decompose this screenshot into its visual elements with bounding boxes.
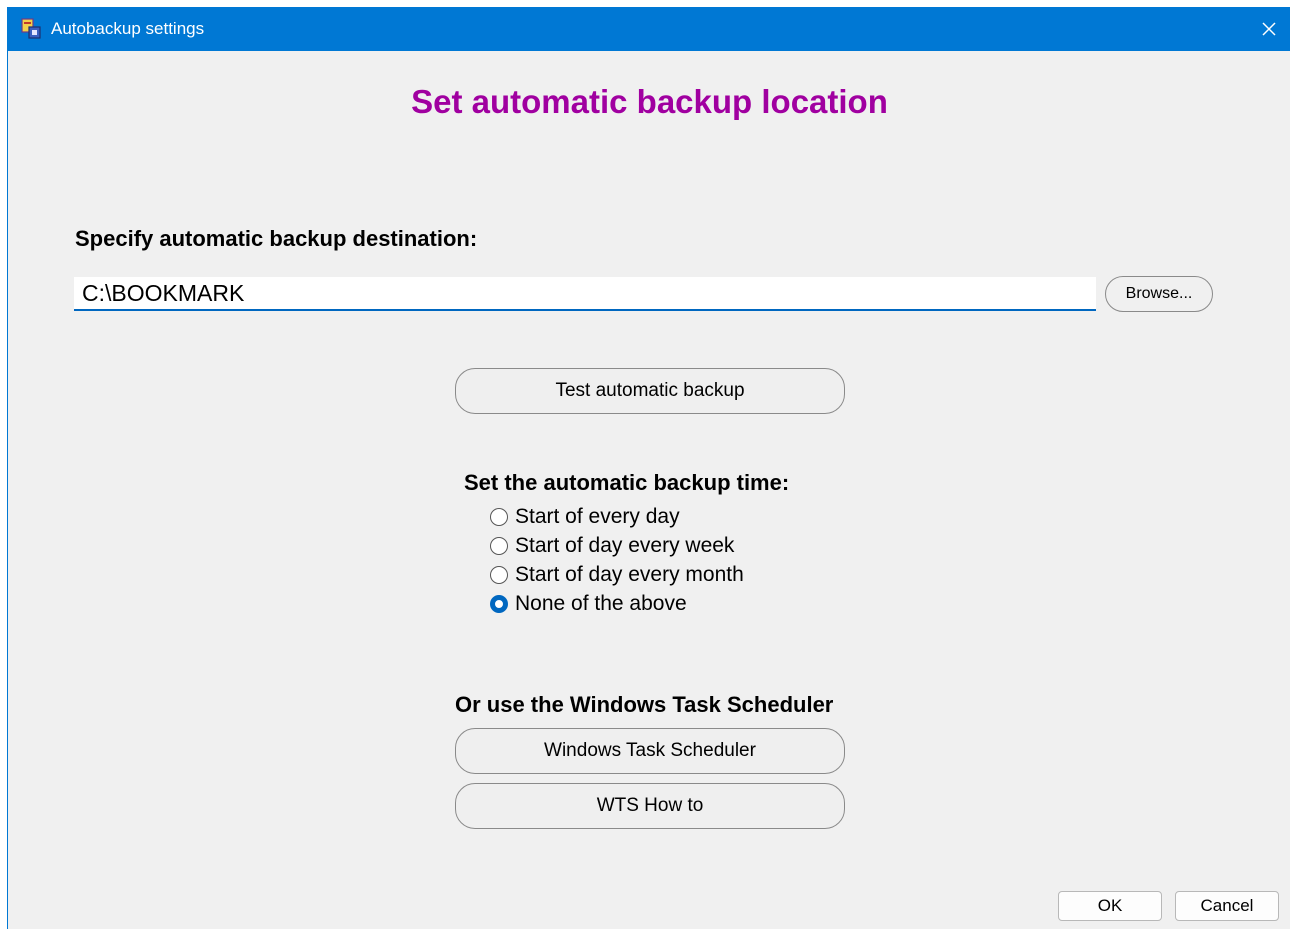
radio-button[interactable] [490,537,508,555]
test-backup-button[interactable]: Test automatic backup [455,368,845,414]
radio-none[interactable]: None of the above [490,591,687,617]
ok-button[interactable]: OK [1058,891,1162,921]
radio-every-day[interactable]: Start of every day [490,504,680,530]
app-icon [21,18,41,39]
radio-label: None of the above [515,592,687,615]
close-button[interactable] [1247,7,1290,51]
dialog-window: Autobackup settings Set automatic backup… [7,7,1290,929]
radio-button[interactable] [490,566,508,584]
radio-label: Start of every day [515,505,680,528]
radio-label: Start of day every month [515,563,744,586]
cancel-button[interactable]: Cancel [1175,891,1279,921]
schedule-label: Set the automatic backup time: [464,470,790,495]
radio-every-month[interactable]: Start of day every month [490,562,744,588]
wts-label: Or use the Windows Task Scheduler [455,692,834,717]
destination-label: Specify automatic backup destination: [75,226,478,251]
browse-button[interactable]: Browse... [1105,276,1213,312]
destination-path-input[interactable] [74,277,1096,311]
radio-button[interactable] [490,595,508,613]
page-heading: Set automatic backup location [411,83,888,120]
radio-label: Start of day every week [515,534,735,557]
radio-every-week[interactable]: Start of day every week [490,533,734,559]
windows-task-scheduler-button[interactable]: Windows Task Scheduler [455,728,845,774]
wts-how-to-button[interactable]: WTS How to [455,783,845,829]
radio-button[interactable] [490,508,508,526]
window-title: Autobackup settings [51,19,205,38]
title-bar[interactable]: Autobackup settings [8,7,1290,51]
close-icon [1262,22,1276,36]
